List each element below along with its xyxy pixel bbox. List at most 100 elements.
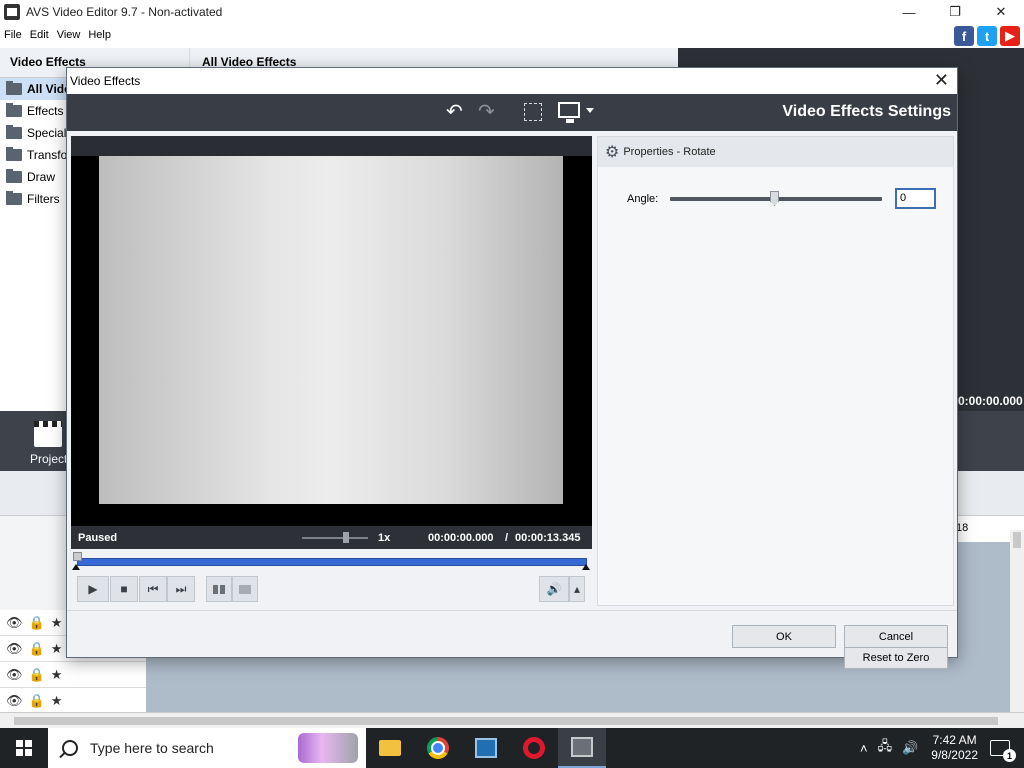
split-view-icon (213, 584, 225, 594)
player-status-bar: Paused 1x 00:00:00.000 / 00:00:13.345 (71, 526, 592, 549)
stop-button[interactable]: ■ (110, 576, 138, 602)
social-links: f t ▶ (954, 26, 1020, 46)
twitter-icon[interactable]: t (977, 26, 997, 46)
play-icon: ▶ (88, 582, 98, 596)
notification-icon[interactable]: 1 (990, 740, 1016, 762)
chevron-up-icon[interactable]: ˄ (860, 741, 868, 756)
windows-logo-icon (16, 740, 32, 756)
dialog-title: Video Effects (70, 74, 141, 88)
volume-button[interactable]: 🔊 (539, 576, 569, 602)
cancel-button[interactable]: Cancel (844, 625, 948, 648)
trim-end-marker[interactable] (582, 564, 590, 570)
system-tray: ˄ 🖧 🔊 7:42 AM 9/8/2022 1 (855, 728, 1024, 768)
menu-view[interactable]: View (53, 29, 85, 41)
volume-icon[interactable]: 🔊 (902, 740, 918, 756)
youtube-icon[interactable]: ▶ (1000, 26, 1020, 46)
menu-help[interactable]: Help (84, 29, 115, 41)
menu-file[interactable]: File (0, 29, 26, 41)
stop-icon: ■ (120, 582, 128, 596)
folder-icon (6, 147, 22, 161)
compare-view-icon (239, 584, 251, 594)
chevron-down-icon[interactable] (586, 108, 594, 113)
category-label: Filters (27, 192, 60, 206)
properties-header: ⚙ Properties - Rotate (598, 137, 953, 167)
dialog-heading: Video Effects Settings (782, 103, 951, 120)
split-view-button[interactable] (206, 576, 232, 602)
facebook-icon[interactable]: f (954, 26, 974, 46)
folder-icon (6, 81, 22, 95)
video-player: Paused 1x 00:00:00.000 / 00:00:13.345 (71, 136, 592, 549)
angle-slider-thumb[interactable] (770, 191, 779, 206)
monitor-icon[interactable] (558, 102, 580, 123)
footer-divider (67, 610, 957, 611)
volume-menu-button[interactable]: ▴ (569, 576, 585, 602)
folder-icon (6, 191, 22, 205)
photos-taskbar-button[interactable] (462, 728, 510, 768)
category-label: All Vide (27, 82, 71, 96)
properties-title: Properties - Rotate (623, 146, 716, 158)
scrollbar-thumb[interactable] (14, 717, 998, 725)
seek-bar-playhead[interactable] (73, 552, 82, 561)
folder-icon (6, 103, 22, 117)
dialog-titlebar: Video Effects ✕ (67, 68, 957, 94)
eye-icon[interactable]: 👁 (6, 615, 23, 631)
avs-editor-taskbar-button[interactable] (558, 728, 606, 768)
restore-button[interactable]: ❐ (932, 0, 978, 24)
file-explorer-taskbar-button[interactable] (366, 728, 414, 768)
clapperboard-icon[interactable] (34, 421, 62, 447)
compare-view-button[interactable] (232, 576, 258, 602)
next-frame-button[interactable]: ⏭ (167, 576, 195, 602)
undo-icon[interactable]: ↶ (446, 102, 463, 122)
speed-slider[interactable] (302, 537, 368, 539)
clock-time: 7:42 AM (932, 733, 977, 747)
video-frame[interactable] (99, 156, 563, 504)
close-window-button[interactable]: ✕ (978, 0, 1024, 24)
dialog-close-button[interactable]: ✕ (934, 71, 949, 89)
category-label: Transfor (27, 148, 72, 162)
clock-date: 9/8/2022 (931, 748, 978, 762)
category-label: Special (27, 126, 67, 140)
previous-frame-button[interactable]: ⏮ (139, 576, 167, 602)
avs-video-editor-icon (571, 737, 593, 757)
chrome-taskbar-button[interactable] (414, 728, 462, 768)
ok-button[interactable]: OK (732, 625, 836, 648)
opera-taskbar-button[interactable] (510, 728, 558, 768)
minimize-button[interactable]: — (886, 0, 932, 24)
menu-bar: File Edit View Help (0, 24, 1024, 46)
play-button[interactable]: ▶ (77, 576, 109, 602)
clock[interactable]: 7:42 AM 9/8/2022 (931, 733, 978, 763)
lock-icon[interactable]: 🔒 (29, 615, 45, 631)
angle-input[interactable]: 0 (895, 188, 936, 209)
taskbar-search-box[interactable]: Type here to search (48, 728, 366, 768)
trim-start-marker[interactable] (72, 564, 80, 570)
lock-icon[interactable]: 🔒 (29, 667, 45, 683)
window-controls: — ❐ ✕ (886, 0, 1024, 24)
chrome-icon (427, 737, 449, 759)
menu-edit[interactable]: Edit (26, 29, 53, 41)
speed-slider-thumb[interactable] (343, 532, 349, 543)
grid-icon[interactable] (524, 103, 542, 121)
lock-icon[interactable]: 🔒 (29, 641, 45, 657)
lock-icon[interactable]: 🔒 (29, 693, 45, 709)
app-title: AVS Video Editor 9.7 - Non-activated (26, 5, 223, 19)
scrollbar-thumb[interactable] (1013, 532, 1021, 548)
reset-to-zero-button[interactable]: Reset to Zero (844, 646, 948, 669)
file-explorer-icon (379, 740, 401, 756)
network-icon[interactable]: 🖧 (878, 737, 893, 759)
dialog-toolbar: ↶ ↷ Video Effects Settings (67, 94, 957, 131)
timeline-horizontal-scrollbar[interactable] (0, 712, 1024, 728)
folder-icon (6, 169, 22, 183)
angle-label: Angle: (627, 193, 659, 205)
timeline-vertical-scrollbar[interactable] (1010, 530, 1024, 712)
start-button[interactable] (0, 728, 48, 768)
total-time: 00:00:13.345 (515, 531, 581, 544)
search-highlight-image (298, 733, 358, 763)
search-placeholder: Type here to search (90, 740, 214, 756)
track-star-icon: ★ (50, 692, 63, 708)
playback-speed: 1x (378, 531, 391, 544)
eye-icon[interactable]: 👁 (6, 667, 23, 683)
seek-bar[interactable] (77, 558, 587, 566)
eye-icon[interactable]: 👁 (6, 641, 23, 657)
redo-icon[interactable]: ↷ (478, 102, 495, 122)
eye-icon[interactable]: 👁 (6, 693, 23, 709)
